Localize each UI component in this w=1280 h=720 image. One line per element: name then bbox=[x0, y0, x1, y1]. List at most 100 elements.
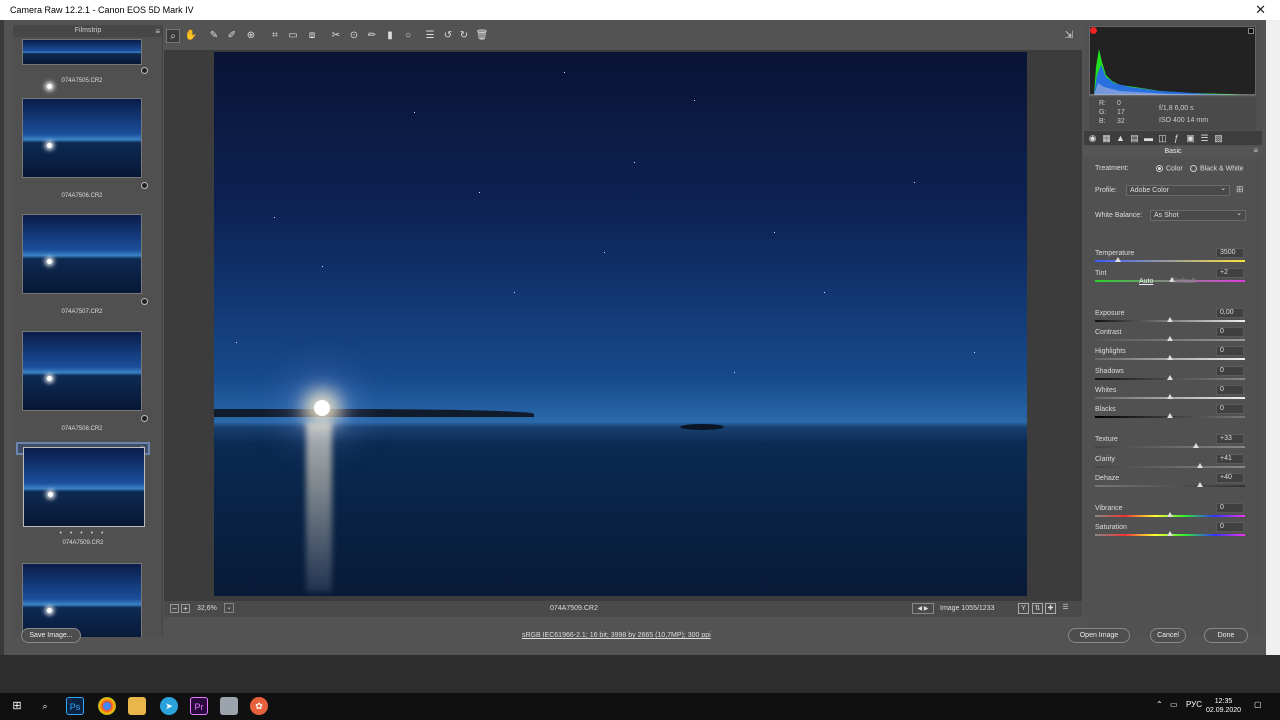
red-eye-icon[interactable]: ⊙ bbox=[347, 29, 361, 43]
white-balance-select[interactable]: As Shot bbox=[1150, 209, 1246, 221]
close-icon[interactable]: ✕ bbox=[1255, 2, 1266, 18]
file-explorer-icon[interactable] bbox=[128, 697, 146, 715]
slider-handle[interactable] bbox=[1167, 317, 1173, 322]
auto-button[interactable]: Auto bbox=[1139, 278, 1153, 285]
slider-track[interactable] bbox=[1095, 375, 1245, 380]
tab-basic-icon[interactable]: ◉ bbox=[1087, 133, 1098, 143]
filmstrip-thumbnail-selected[interactable]: • • • • • 074A7509.CR2 bbox=[16, 442, 150, 546]
keyboard-language[interactable]: РУС bbox=[1186, 700, 1202, 709]
preview-preferences-icon[interactable]: ☰ bbox=[1060, 603, 1071, 614]
slider-value-field[interactable]: 0 bbox=[1216, 327, 1244, 337]
cancel-button[interactable]: Cancel bbox=[1150, 628, 1186, 643]
workflow-options-link[interactable]: sRGB IEC61966-2.1; 16 bit; 3998 by 2665 … bbox=[522, 632, 711, 639]
photoshop-icon[interactable]: Ps bbox=[66, 697, 84, 715]
treatment-color-radio[interactable]: Color bbox=[1156, 165, 1183, 172]
save-image-button[interactable]: Save Image... bbox=[21, 628, 81, 643]
section-menu-icon[interactable]: ≡ bbox=[1253, 146, 1258, 155]
copy-settings-icon[interactable]: ✚ bbox=[1045, 603, 1056, 614]
app-icon[interactable] bbox=[220, 697, 238, 715]
slider-track[interactable] bbox=[1095, 531, 1245, 536]
slider-track[interactable] bbox=[1095, 443, 1245, 448]
treatment-bw-radio[interactable]: Black & White bbox=[1190, 165, 1244, 172]
white-balance-icon[interactable]: ✎ bbox=[207, 29, 221, 43]
telegram-icon[interactable]: ➤ bbox=[160, 697, 178, 715]
slider-value-field[interactable]: 3500 bbox=[1216, 248, 1244, 258]
chrome-icon[interactable] bbox=[98, 697, 116, 715]
slider-handle[interactable] bbox=[1167, 512, 1173, 517]
slider-value-field[interactable]: +33 bbox=[1216, 434, 1244, 444]
slider-handle[interactable] bbox=[1167, 375, 1173, 380]
preview-image[interactable] bbox=[214, 52, 1027, 596]
straighten-icon[interactable]: ▭ bbox=[286, 29, 300, 43]
notifications-icon[interactable]: ▢ bbox=[1254, 700, 1262, 709]
tray-chevron-icon[interactable]: ⌃ bbox=[1156, 700, 1163, 709]
premiere-icon[interactable]: Pr bbox=[190, 697, 208, 715]
slider-value-field[interactable]: 0 bbox=[1216, 346, 1244, 356]
tab-split-toning-icon[interactable]: ▬ bbox=[1143, 133, 1154, 143]
image-preview-area[interactable] bbox=[164, 50, 1082, 615]
filmstrip-thumbnail[interactable]: 074A7505.CR2 bbox=[22, 39, 148, 89]
tab-tone-curve-icon[interactable]: ▦ bbox=[1101, 133, 1112, 143]
slider-value-field[interactable]: 0 bbox=[1216, 366, 1244, 376]
slider-handle[interactable] bbox=[1167, 531, 1173, 536]
adjustment-brush-icon[interactable]: ✏ bbox=[365, 29, 379, 43]
slider-track[interactable] bbox=[1095, 336, 1245, 341]
open-image-button[interactable]: Open Image bbox=[1068, 628, 1130, 643]
done-button[interactable]: Done bbox=[1204, 628, 1248, 643]
trash-icon[interactable]: 🗑 bbox=[475, 29, 489, 43]
zoom-in-button[interactable]: + bbox=[181, 604, 190, 613]
zoom-icon[interactable]: ⌕ bbox=[166, 29, 180, 43]
hand-icon[interactable]: ✋ bbox=[184, 29, 198, 43]
color-sampler-icon[interactable]: ✐ bbox=[225, 29, 239, 43]
star-rating[interactable]: • • • • • bbox=[23, 529, 143, 538]
tab-presets-icon[interactable]: ☰ bbox=[1199, 133, 1210, 143]
presets-icon[interactable]: ☰ bbox=[423, 29, 437, 43]
filmstrip-thumbnail[interactable] bbox=[22, 563, 142, 637]
profile-browser-icon[interactable]: ⊞ bbox=[1236, 184, 1247, 195]
graduated-filter-icon[interactable]: ▮ bbox=[383, 29, 397, 43]
slider-handle[interactable] bbox=[1197, 463, 1203, 468]
target-adjust-icon[interactable]: ⊕ bbox=[244, 29, 258, 43]
slider-handle[interactable] bbox=[1192, 443, 1199, 448]
slider-handle[interactable] bbox=[1167, 394, 1173, 399]
rotate-ccw-icon[interactable]: ↺ bbox=[441, 29, 455, 43]
profile-select[interactable]: Adobe Color bbox=[1126, 184, 1230, 196]
fullscreen-icon[interactable]: ⇲ bbox=[1062, 29, 1076, 43]
slider-track[interactable] bbox=[1095, 277, 1245, 282]
filmstrip-thumbnail[interactable]: 074A7507.CR2 bbox=[22, 214, 148, 315]
system-clock[interactable]: 12:35 02.09.2020 bbox=[1206, 697, 1241, 715]
slider-track[interactable] bbox=[1095, 317, 1245, 322]
crop-icon[interactable]: ⌗ bbox=[268, 29, 282, 43]
slider-handle[interactable] bbox=[1197, 482, 1203, 487]
filmstrip-thumbnail[interactable]: 074A7506.CR2 bbox=[22, 98, 148, 199]
before-after-icon[interactable]: Y bbox=[1018, 603, 1029, 614]
slider-track[interactable] bbox=[1095, 512, 1245, 517]
slider-handle[interactable] bbox=[1167, 413, 1173, 418]
slider-value-field[interactable]: 0 bbox=[1216, 385, 1244, 395]
slider-track[interactable] bbox=[1095, 257, 1245, 262]
slider-handle[interactable] bbox=[1167, 355, 1173, 360]
default-button[interactable]: Default bbox=[1173, 278, 1195, 285]
search-icon[interactable]: ⌕ bbox=[36, 697, 54, 715]
slider-track[interactable] bbox=[1095, 463, 1245, 468]
windows-start-icon[interactable]: ⊞ bbox=[8, 697, 26, 715]
network-icon[interactable]: ▭ bbox=[1170, 700, 1178, 709]
tab-lens-icon[interactable]: ◫ bbox=[1157, 133, 1168, 143]
slider-value-field[interactable]: 0 bbox=[1216, 404, 1244, 414]
image-nav-buttons[interactable]: ◀ ▶ bbox=[912, 603, 934, 614]
filmstrip-menu-icon[interactable]: ≡ bbox=[155, 26, 160, 38]
slider-track[interactable] bbox=[1095, 482, 1245, 487]
slider-track[interactable] bbox=[1095, 355, 1245, 360]
spot-removal-icon[interactable]: ✂ bbox=[329, 29, 343, 43]
zoom-out-button[interactable]: − bbox=[170, 604, 179, 613]
swap-settings-icon[interactable]: ⇅ bbox=[1032, 603, 1043, 614]
radial-filter-icon[interactable]: ○ bbox=[401, 29, 415, 43]
slider-track[interactable] bbox=[1095, 394, 1245, 399]
slider-value-field[interactable]: 0,00 bbox=[1216, 308, 1244, 318]
rotate-cw-icon[interactable]: ↻ bbox=[457, 29, 471, 43]
slider-value-field[interactable]: +41 bbox=[1216, 454, 1244, 464]
tab-hsl-icon[interactable]: ▤ bbox=[1129, 133, 1140, 143]
slider-handle[interactable] bbox=[1167, 336, 1173, 341]
slider-value-field[interactable]: +2 bbox=[1216, 268, 1244, 278]
tab-fx-icon[interactable]: ƒ bbox=[1171, 133, 1182, 143]
